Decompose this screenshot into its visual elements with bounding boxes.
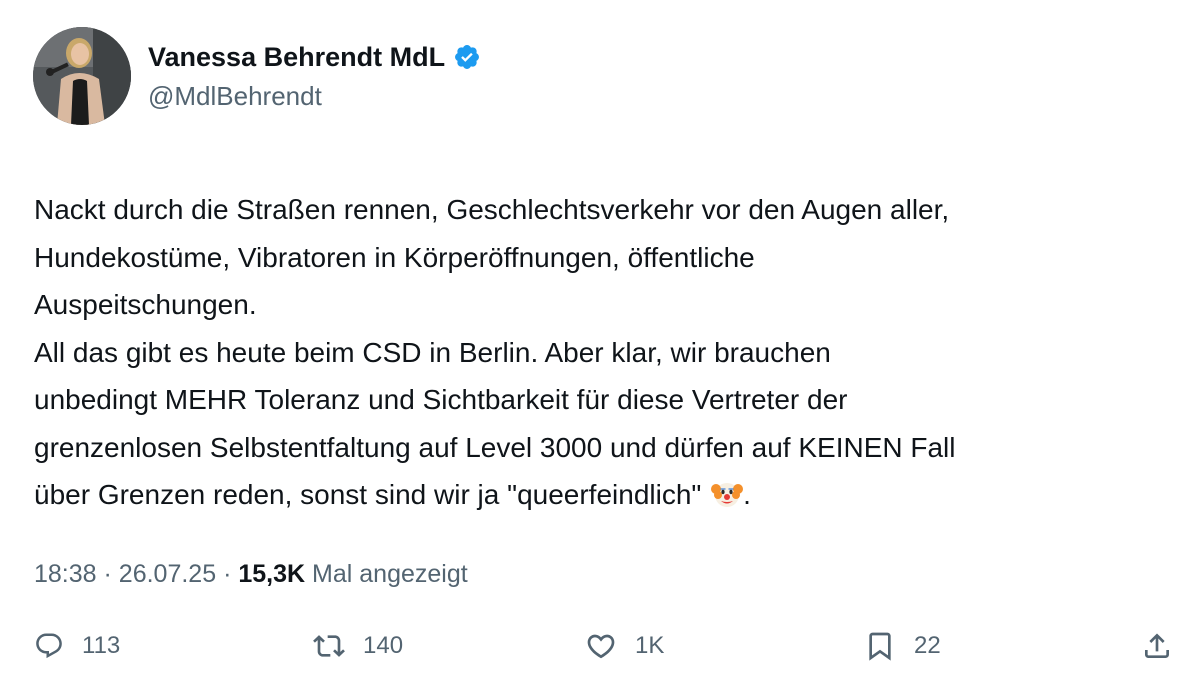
tweet-text-period: . [743, 479, 751, 510]
tweet-text-line: grenzenlosen Selbstentfaltung auf Level … [34, 431, 956, 463]
author-handle[interactable]: @MdlBehrendt [148, 81, 322, 112]
like-button[interactable]: 1K [585, 628, 664, 664]
share-icon [1141, 630, 1173, 662]
tweet-text-line: Nackt durch die Straßen rennen, Geschlec… [34, 194, 950, 225]
meta-separator: · [103, 560, 112, 588]
tweet-card[interactable]: Vanessa Behrendt MdL @MdlBehrendt Nackt … [0, 0, 1199, 694]
tweet-text-line: Hundekostüme, Vibratoren in Körperöffnun… [34, 241, 755, 273]
retweet-count: 140 [363, 632, 404, 659]
tweet-text-line: Auspeitschungen. [34, 289, 257, 320]
avatar[interactable] [33, 27, 131, 125]
bookmark-button[interactable]: 22 [864, 628, 941, 664]
author-display-name[interactable]: Vanessa Behrendt MdL [148, 42, 445, 73]
tweet-text-line: All das gibt es heute beim CSD in Berlin… [34, 336, 831, 368]
bookmark-count: 22 [914, 632, 941, 659]
like-count: 1K [635, 632, 665, 659]
reply-count: 113 [82, 632, 121, 659]
tweet-text: Nackt durch die Straßen rennen, Geschlec… [34, 186, 1184, 519]
reply-icon [34, 631, 64, 661]
reply-button[interactable]: 113 [34, 628, 120, 664]
tweet-time[interactable]: 18:38 [34, 560, 97, 588]
views-count: 15,3K [238, 560, 306, 588]
author-name-row[interactable]: Vanessa Behrendt MdL [148, 40, 481, 74]
retweet-icon [313, 630, 345, 662]
avatar-photo [33, 27, 131, 125]
verified-badge-icon[interactable] [453, 43, 481, 71]
retweet-button[interactable]: 140 [313, 628, 403, 664]
tweet-meta: 18:38 · 26.07.25 · 15,3K Mal angezeigt [34, 560, 468, 589]
tweet-date[interactable]: 26.07.25 [119, 560, 216, 588]
share-button[interactable] [1141, 628, 1173, 664]
clown-face-emoji [711, 477, 744, 509]
meta-separator: · [223, 560, 232, 588]
bookmark-icon [864, 630, 896, 662]
views-label: Mal angezeigt [312, 560, 468, 588]
tweet-text-line: unbedingt MEHR Toleranz und Sichtbarkeit… [34, 384, 848, 415]
like-icon [585, 630, 617, 662]
tweet-text-line-last: über Grenzen reden, sonst sind wir ja "q… [34, 471, 1184, 519]
tweet-text-line-content: über Grenzen reden, sonst sind wir ja "q… [34, 479, 702, 510]
tweet-actions-bar: 113 140 1K 22 [0, 620, 1199, 672]
